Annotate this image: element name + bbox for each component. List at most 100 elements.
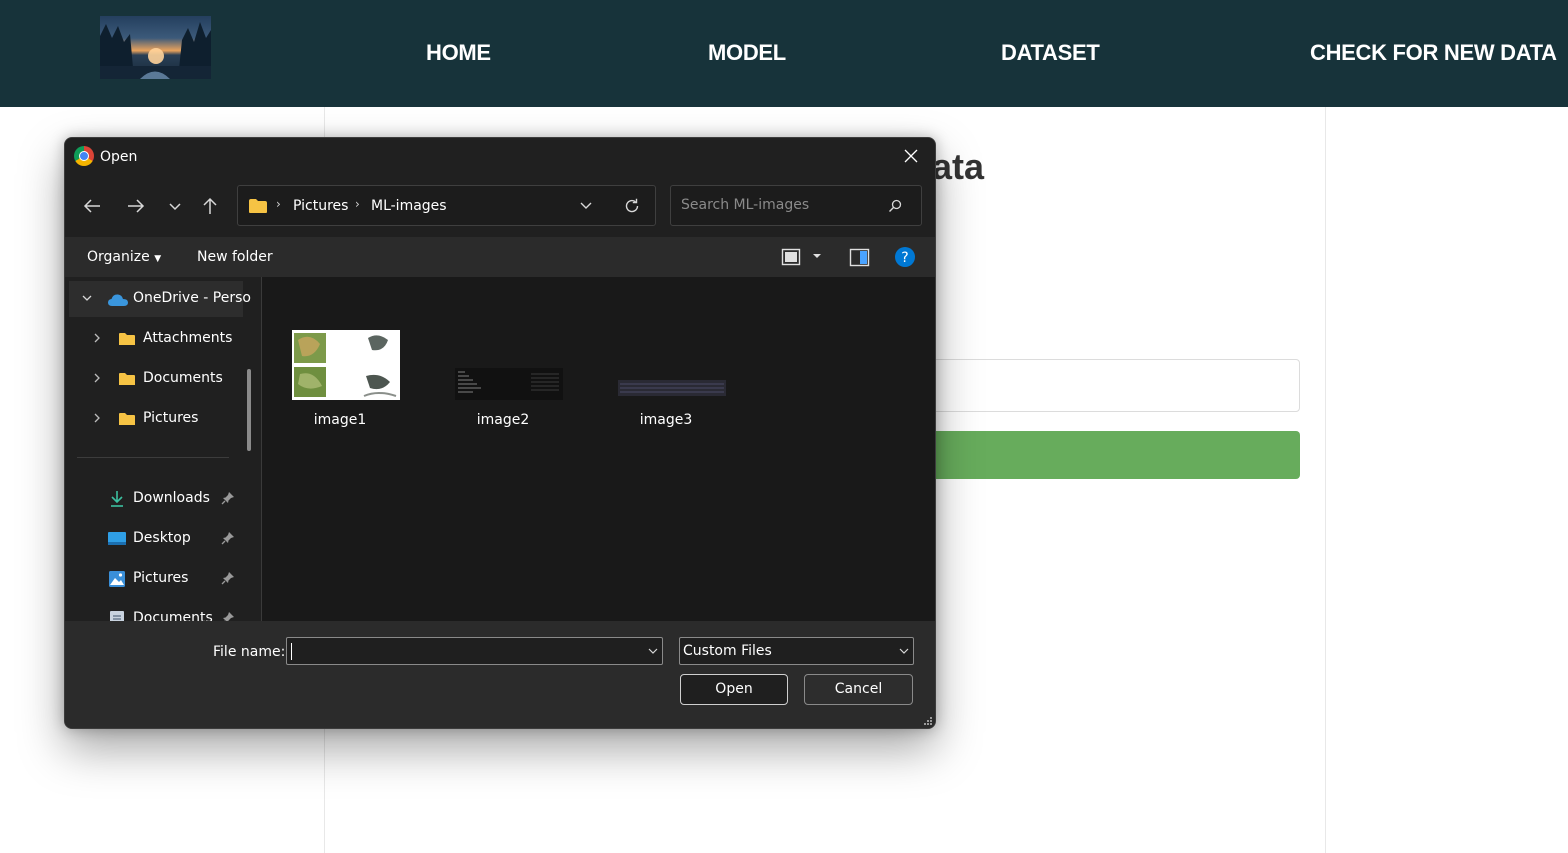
dialog-footer: File name: Custom Files Open Cancel	[65, 621, 935, 728]
file-name: image3	[639, 412, 693, 428]
sidebar-item-documents[interactable]: Documents	[65, 361, 261, 397]
pin-icon	[221, 572, 234, 585]
new-folder-button[interactable]: New folder	[197, 249, 273, 265]
text-caret	[291, 643, 292, 660]
nav-model[interactable]: MODEL	[708, 36, 786, 70]
file-item[interactable]: image1	[270, 328, 410, 432]
chevron-right-icon[interactable]	[91, 371, 103, 385]
chevron-down-icon[interactable]	[647, 646, 659, 656]
content-border	[1325, 107, 1326, 853]
sidebar-item-attachments[interactable]: Attachments	[65, 321, 261, 357]
pin-icon	[221, 532, 234, 545]
resize-grip-icon[interactable]	[923, 716, 933, 726]
arrow-up-icon	[203, 197, 217, 214]
dialog-toolbar: Organize ▼ New folder ?	[65, 237, 935, 277]
sidebar-item-label: OneDrive - Perso	[133, 290, 251, 306]
quick-access-desktop[interactable]: Desktop	[65, 521, 261, 557]
chrome-icon	[74, 146, 94, 166]
page-heading-text: ata	[932, 146, 985, 187]
breadcrumb-pictures[interactable]: Pictures	[293, 197, 348, 215]
desktop-icon	[108, 532, 126, 545]
file-type-value: Custom Files	[683, 643, 772, 659]
breadcrumb-ml-images[interactable]: ML-images	[371, 197, 447, 215]
file-name-label: File name:	[213, 644, 286, 660]
image-thumbnail	[455, 368, 563, 400]
sidebar-item-label: Attachments	[143, 330, 233, 346]
caret-down-icon[interactable]	[812, 252, 822, 260]
address-row: › Pictures › ML-images Search ML-images	[65, 176, 935, 237]
image-thumbnail	[292, 330, 400, 400]
folder-icon	[119, 413, 135, 425]
chevron-down-icon[interactable]	[578, 200, 594, 212]
dialog-titlebar: Open	[65, 138, 935, 176]
file-item[interactable]: image3	[596, 328, 736, 432]
forward-button[interactable]	[120, 190, 152, 222]
file-name: image1	[313, 412, 367, 428]
folder-icon	[249, 199, 267, 213]
pin-icon	[221, 492, 234, 505]
folder-icon	[119, 373, 135, 385]
file-type-select[interactable]: Custom Files	[679, 637, 914, 665]
sidebar-scrollbar[interactable]	[247, 369, 251, 451]
sidebar-item-label: Documents	[143, 370, 223, 386]
help-icon[interactable]: ?	[894, 246, 916, 268]
sidebar-divider	[77, 457, 229, 458]
up-button[interactable]	[194, 190, 226, 222]
image-thumbnail	[618, 380, 726, 396]
cancel-button[interactable]: Cancel	[804, 674, 913, 705]
chevron-down-icon	[169, 203, 181, 211]
file-name: image2	[476, 412, 530, 428]
nav-home[interactable]: HOME	[426, 36, 491, 70]
sidebar-item-label: Pictures	[133, 570, 189, 586]
sidebar-item-label: Downloads	[133, 490, 210, 506]
search-icon	[889, 199, 902, 212]
search-placeholder: Search ML-images	[681, 197, 810, 213]
open-file-dialog: Open › Pictures › ML-images Search ML-im…	[64, 137, 936, 729]
chevron-right-icon[interactable]	[91, 331, 103, 345]
breadcrumb-separator: ›	[276, 197, 281, 211]
chevron-down-icon	[899, 648, 909, 654]
sidebar-item-label: Documents	[133, 610, 213, 621]
chevron-down-icon[interactable]	[81, 291, 93, 305]
address-bar[interactable]: › Pictures › ML-images	[237, 185, 656, 226]
organize-label: Organize	[87, 249, 150, 265]
close-icon	[904, 149, 918, 163]
sidebar-item-pictures[interactable]: Pictures	[65, 401, 261, 437]
quick-access-documents[interactable]: Documents	[65, 601, 261, 621]
onedrive-cloud-icon	[108, 294, 128, 306]
file-name-input[interactable]	[286, 637, 663, 665]
arrow-right-icon	[128, 199, 145, 213]
download-arrow-icon	[111, 491, 123, 507]
dialog-title: Open	[100, 149, 138, 165]
nav-dataset[interactable]: DATASET	[1001, 36, 1100, 70]
back-button[interactable]	[76, 190, 108, 222]
preview-pane-icon[interactable]	[849, 248, 871, 268]
organize-menu[interactable]: Organize ▼	[87, 249, 161, 265]
sidebar-item-onedrive[interactable]: OneDrive - Perso	[69, 281, 251, 317]
pictures-icon	[109, 571, 125, 587]
site-header: HOME MODEL DATASET CHECK FOR NEW DATA	[0, 0, 1568, 107]
quick-access-pictures[interactable]: Pictures	[65, 561, 261, 597]
breadcrumb-separator: ›	[355, 197, 360, 211]
close-button[interactable]	[893, 140, 929, 172]
sidebar-item-label: Pictures	[143, 410, 199, 426]
view-options-icon[interactable]	[781, 248, 803, 268]
documents-icon	[110, 611, 124, 621]
chevron-right-icon[interactable]	[91, 411, 103, 425]
caret-down-icon: ▼	[154, 254, 162, 264]
navigation-pane: OneDrive - Perso Attachments Documents P…	[65, 277, 261, 621]
file-item[interactable]: image2	[433, 328, 573, 432]
recent-locations-button[interactable]	[159, 190, 191, 222]
pin-icon	[223, 612, 234, 621]
site-logo[interactable]	[100, 16, 211, 79]
sidebar-item-label: Desktop	[133, 530, 191, 546]
search-input[interactable]: Search ML-images	[670, 185, 922, 226]
refresh-icon[interactable]	[623, 197, 641, 215]
nav-check-for-new-data[interactable]: CHECK FOR NEW DATA	[1310, 36, 1557, 70]
svg-text:?: ?	[901, 250, 908, 266]
folder-icon	[119, 333, 135, 345]
open-button[interactable]: Open	[680, 674, 788, 705]
quick-access-downloads[interactable]: Downloads	[65, 481, 261, 517]
arrow-left-icon	[83, 199, 100, 213]
file-list: image1 image2 image3	[262, 277, 935, 621]
